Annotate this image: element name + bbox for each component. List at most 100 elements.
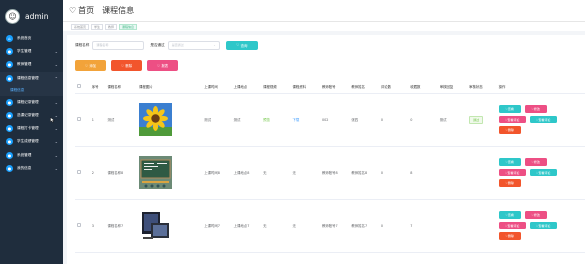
material-download-link[interactable]: 下载 xyxy=(293,118,300,122)
cell-favorites: 8 xyxy=(408,146,438,200)
edit-button[interactable]: ♡ 修改 xyxy=(524,211,547,219)
status-badge: 通过 xyxy=(469,115,484,124)
sidebar-subitem-course-info[interactable]: 课程信息 xyxy=(0,84,63,96)
sunflower-image[interactable] xyxy=(139,103,173,136)
edit-button[interactable]: ♡ 修改 xyxy=(524,158,547,166)
sidebar-item-grades[interactable]: ● 学生成绩管理 ⌄ xyxy=(0,135,63,148)
table-row: 2 课程名称8 上课时间8 上课地点8 无 无 教师账号8 教师姓名8 0 8 … xyxy=(75,146,585,200)
header-select-all[interactable] xyxy=(75,81,90,94)
cell-review-reply: 测试 xyxy=(437,93,468,147)
search-button[interactable]: ♡ 查询 xyxy=(225,40,258,50)
row-delete-button[interactable]: ♡ 删除 xyxy=(498,126,521,134)
course-name-input[interactable]: 课程名称 xyxy=(92,40,145,50)
checkbox[interactable] xyxy=(77,223,81,227)
review-comments-button[interactable]: ♡ 查看评论 xyxy=(529,115,557,124)
row-delete-button[interactable]: ♡ 删除 xyxy=(498,179,521,187)
video-preview-link[interactable]: 预览 xyxy=(263,118,270,122)
view-button[interactable]: ♡ 查看 xyxy=(498,105,521,113)
row-select[interactable] xyxy=(75,146,90,200)
sidebar-item-label: 课程信息管理 xyxy=(17,75,39,80)
edit-button[interactable]: ♡ 修改 xyxy=(524,105,547,113)
view-button[interactable]: ♡ 查看 xyxy=(498,211,521,219)
sidebar-item-checkin[interactable]: ● 课程打卡管理 ⌄ xyxy=(0,122,63,135)
cell-teacher-account: 002 xyxy=(319,93,350,147)
add-button[interactable]: ♡ 添加 xyxy=(75,60,106,71)
breadcrumb-tag-active[interactable]: 课程信息 xyxy=(119,23,138,30)
cell-material: 无 xyxy=(290,146,320,200)
home-link[interactable]: ♡ 首页 xyxy=(69,5,94,16)
monitor-image[interactable] xyxy=(139,209,173,242)
user-icon: ● xyxy=(6,48,13,56)
cell-image xyxy=(137,146,203,200)
cell-comments: 0 xyxy=(378,93,409,147)
home-icon: ⌂ xyxy=(6,35,13,43)
course-name-placeholder: 课程名称 xyxy=(96,43,109,47)
search-button-label: 查询 xyxy=(240,43,248,48)
sidebar-item-label: 课程记录管理 xyxy=(17,99,39,104)
cell-status xyxy=(467,146,497,200)
cell-name: 课程名称8 xyxy=(105,146,138,200)
breadcrumb-tag[interactable]: 教师 xyxy=(105,23,118,30)
cell-time: 测试 xyxy=(202,93,232,147)
table-header-cell: 教师账号 xyxy=(319,81,350,94)
view-button[interactable]: ♡ 查看 xyxy=(498,158,521,166)
row-delete-label: 删除 xyxy=(507,128,514,132)
cell-status xyxy=(467,199,497,253)
view-button-label: 查看 xyxy=(507,160,514,164)
record-icon: ● xyxy=(6,98,13,106)
cell-comments: 0 xyxy=(378,199,409,253)
cell-ops: ♡ 查看 ♡ 修改 ♡ 查看评论 ♡ 查看评论 ♡ 删除 xyxy=(496,146,585,200)
heart-icon: ♡ xyxy=(84,63,88,68)
view-comments-button[interactable]: ♡ 查看评论 xyxy=(498,168,526,177)
view-button-label: 查看 xyxy=(507,107,514,111)
sidebar-item-label: 教师管理 xyxy=(17,62,32,67)
sidebar-item-home[interactable]: ⌂ 系统首页 xyxy=(0,32,63,45)
passed-placeholder: 是否通过 xyxy=(171,43,184,47)
sidebar-item-system[interactable]: ● 系统管理 ⌄ xyxy=(0,149,63,162)
cell-teacher-name: 教师姓名7 xyxy=(349,199,379,253)
sidebar-item-course-records[interactable]: ● 课程记录管理 ⌄ xyxy=(0,96,63,109)
chevron-down-icon: ⌄ xyxy=(54,152,58,158)
report-button[interactable]: ♡ 报表 xyxy=(147,60,178,71)
sidebar: ☺ admin ⌂ 系统首页 ● 学生管理 ⌄ ● 教师管理 ⌄ ● 课程信息管理 ⌃ 课程信… xyxy=(0,0,63,264)
row-delete-button[interactable]: ♡ 删除 xyxy=(498,232,521,240)
table-header-cell: 审核状态 xyxy=(467,81,497,94)
table-header-cell: 评论数 xyxy=(378,81,409,94)
avatar[interactable]: ☺ xyxy=(5,8,20,24)
view-button-label: 查看 xyxy=(507,213,514,217)
breadcrumb-tag[interactable]: 系统首页 xyxy=(71,23,90,30)
sidebar-item-teachers[interactable]: ● 教师管理 ⌄ xyxy=(0,58,63,71)
checkbox[interactable] xyxy=(77,84,81,89)
heart-icon: ♡ xyxy=(69,6,77,15)
review-comments-button[interactable]: ♡ 查看评论 xyxy=(529,168,557,177)
sidebar-item-label: 我的信息 xyxy=(17,165,32,170)
breadcrumb-tag[interactable]: 学生 xyxy=(91,23,104,30)
profile-icon: ● xyxy=(6,164,13,172)
cell-favorites: 7 xyxy=(408,199,438,253)
checkbox[interactable] xyxy=(77,117,81,121)
sidebar-item-course-info-mgmt[interactable]: ● 课程信息管理 ⌃ xyxy=(0,71,63,85)
checkbox[interactable] xyxy=(77,170,81,174)
cell-image xyxy=(137,199,203,253)
review-comments-button[interactable]: ♡ 查看评论 xyxy=(529,221,557,230)
sidebar-item-students[interactable]: ● 学生管理 ⌄ xyxy=(0,45,63,58)
view-comments-button[interactable]: ♡ 查看评论 xyxy=(498,115,526,124)
delete-button[interactable]: ♡ 删除 xyxy=(111,60,142,71)
cell-material[interactable]: 下载 xyxy=(290,93,320,147)
teacher-icon: ● xyxy=(6,61,13,69)
sidebar-item-profile[interactable]: ● 我的信息 ⌄ xyxy=(0,162,63,175)
table-row: 1 测试 测试 测试 预览 下载 002 张四 0 0 测试 通过 ♡ 查看 ♡… xyxy=(75,93,585,147)
cell-video[interactable]: 预览 xyxy=(261,93,291,147)
table-header-cell: 课程名称 xyxy=(105,81,138,94)
course-name-label: 课程名称 xyxy=(75,42,90,47)
row-select[interactable] xyxy=(75,93,90,147)
cell-teacher-account: 教师账号8 xyxy=(319,146,350,200)
passed-select[interactable]: 是否通过 ⌄ xyxy=(167,40,220,50)
view-comments-button[interactable]: ♡ 查看评论 xyxy=(498,221,526,230)
cell-teacher-account: 教师账号7 xyxy=(319,199,350,253)
cell-time: 上课时间8 xyxy=(202,146,232,200)
edit-button-label: 修改 xyxy=(533,160,540,164)
row-select[interactable] xyxy=(75,199,90,253)
cell-video: 无 xyxy=(261,199,291,253)
chalkboard-image[interactable] xyxy=(139,156,173,189)
